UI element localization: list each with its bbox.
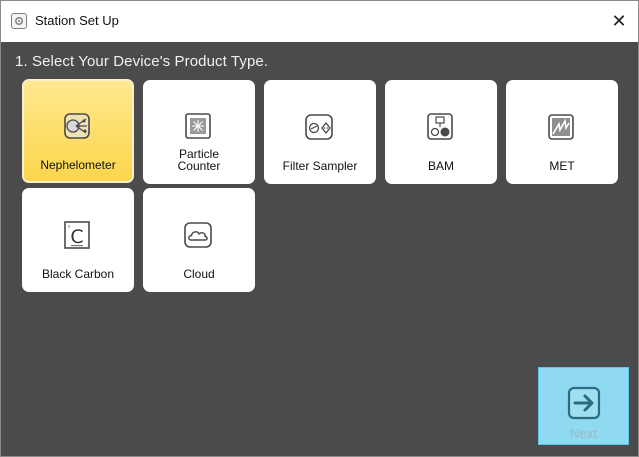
svg-text:6: 6: [68, 225, 70, 229]
arrow-right-icon: [567, 386, 601, 420]
black-carbon-icon: C 6: [64, 221, 90, 249]
tile-filter-sampler[interactable]: Filter Sampler: [264, 80, 376, 184]
filter-sampler-icon: [305, 114, 333, 140]
particle-counter-icon: [185, 113, 211, 139]
tile-label-line: Counter: [177, 159, 221, 173]
title-bar: Station Set Up ✕: [1, 1, 638, 42]
tile-label: BAM: [427, 159, 454, 173]
tile-met[interactable]: MET: [506, 80, 618, 184]
tile-nephelometer[interactable]: Nephelometer: [22, 79, 134, 183]
tile-label: Nephelometer: [40, 158, 116, 172]
tile-label: Cloud: [183, 267, 215, 281]
tile-particle-counter[interactable]: Particle Counter: [143, 80, 255, 184]
tile-black-carbon[interactable]: C 6 Black Carbon: [22, 188, 134, 292]
tile-label: Black Carbon: [41, 267, 115, 281]
station-setup-window: Station Set Up ✕ 1. Select Your Device's…: [0, 0, 639, 457]
step-heading: 1. Select Your Device's Product Type.: [15, 53, 269, 70]
tile-label: MET: [549, 159, 575, 173]
tile-cloud[interactable]: Cloud: [143, 188, 255, 292]
tile-bam[interactable]: BAM: [385, 80, 497, 184]
tile-label: Particle Counter: [143, 148, 255, 172]
met-icon: [548, 114, 574, 140]
window-title: Station Set Up: [35, 13, 119, 28]
next-button-label: Next: [570, 426, 597, 441]
cloud-icon: [184, 222, 212, 248]
tile-label: Filter Sampler: [282, 159, 358, 173]
gear-icon: [11, 13, 27, 29]
next-button[interactable]: Next: [538, 367, 629, 445]
nephelometer-icon: [64, 113, 90, 139]
svg-text:C: C: [70, 226, 83, 248]
bam-icon: [427, 113, 453, 140]
close-button[interactable]: ✕: [604, 7, 634, 35]
